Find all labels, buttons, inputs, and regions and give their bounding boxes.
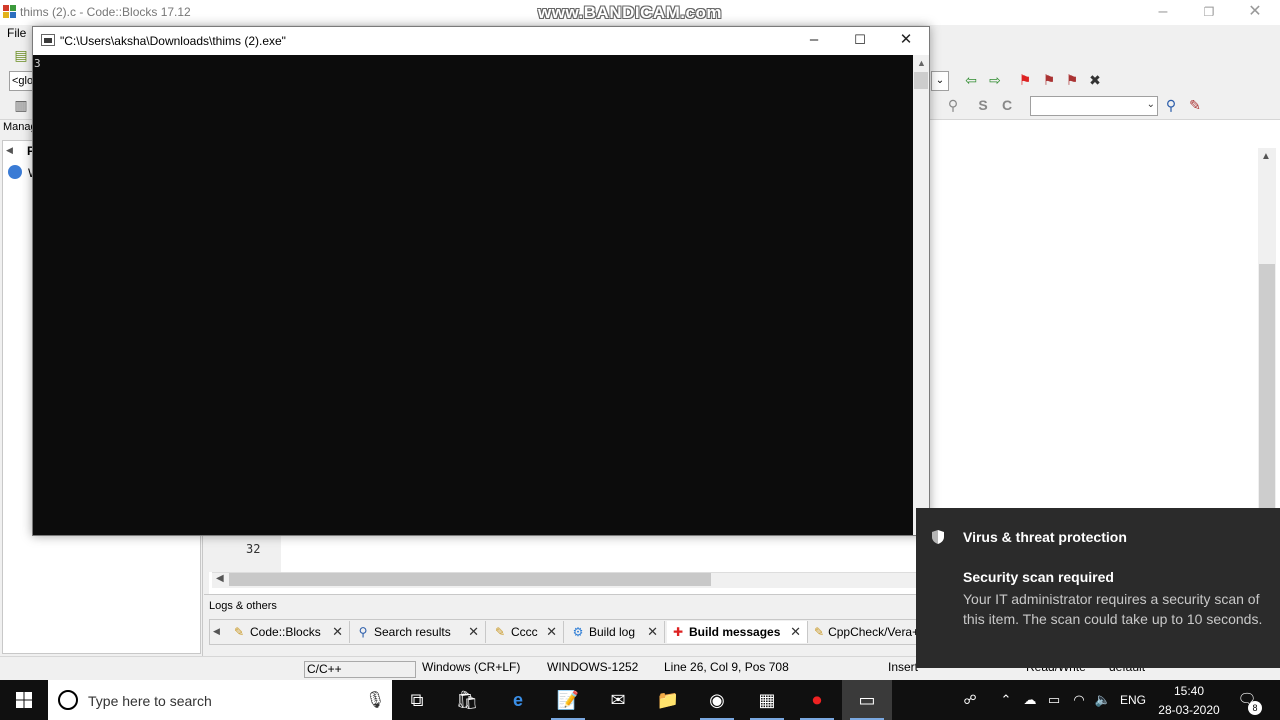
magnifier-icon: ⚲ <box>358 625 368 639</box>
close-button[interactable]: ✕ <box>1232 0 1278 25</box>
log-tab-label: Cccc <box>511 625 538 639</box>
function-combo-arrow[interactable]: ⌄ <box>931 71 949 91</box>
taskbar-search-placeholder: Type here to search <box>88 693 212 709</box>
minimize-button[interactable]: – <box>1140 0 1186 25</box>
microphone-icon[interactable]: 🎙 <box>365 690 385 710</box>
status-line-endings: Windows (CR+LF) <box>422 660 521 674</box>
console-window-title: "C:\Users\aksha\Downloads\thims (2).exe" <box>60 34 286 48</box>
bandicam-watermark: www.BANDICAM.com <box>538 3 722 22</box>
close-tab-icon[interactable]: ✕ <box>332 624 343 640</box>
wifi-icon[interactable]: ◠ <box>1068 680 1090 720</box>
prev-bookmark-icon[interactable]: ⚑ <box>1040 71 1058 89</box>
file-explorer-icon[interactable]: 📁 <box>643 680 693 720</box>
notification-title: Virus & threat protection <box>963 529 1127 545</box>
horizontal-scrollbar-thumb[interactable] <box>229 573 711 586</box>
notification-body: Your IT administrator requires a securit… <box>963 591 1263 627</box>
console-task-icon[interactable]: ▭ <box>842 680 892 720</box>
line-number-gutter <box>209 536 281 572</box>
back-arrow-icon[interactable]: ⇦ <box>962 71 980 89</box>
menu-file[interactable]: File <box>7 26 26 40</box>
store-icon[interactable]: 🛍 <box>442 680 492 720</box>
print-icon[interactable]: ▥ <box>12 96 30 114</box>
scroll-up-icon[interactable]: ▲ <box>1261 151 1271 162</box>
chevron-down-icon: ⌄ <box>1146 99 1155 110</box>
volume-icon[interactable]: 🔈 <box>1092 680 1114 720</box>
workspace-icon <box>8 165 22 179</box>
codeblocks-window-title: thims (2).c - Code::Blocks 17.12 <box>20 5 191 19</box>
search-combo[interactable]: ⌄ <box>1030 96 1158 116</box>
forward-arrow-icon[interactable]: ⇨ <box>986 71 1004 89</box>
onedrive-icon[interactable]: ☁ <box>1019 680 1041 720</box>
clock-time[interactable]: 15:40 <box>1160 684 1218 698</box>
chevron-up-icon[interactable]: ⌃ <box>996 680 1016 720</box>
console-app-icon <box>41 34 55 46</box>
notification-count-badge: 8 <box>1248 701 1262 715</box>
console-maximize-button[interactable]: ☐ <box>837 26 883 54</box>
edge-icon[interactable]: e <box>493 680 543 720</box>
input-language[interactable]: ENG <box>1118 680 1148 720</box>
status-mode: Insert <box>888 660 919 674</box>
console-minimize-button[interactable]: – <box>791 26 837 54</box>
tabs-scroll-left-icon[interactable]: ◀ <box>213 626 220 637</box>
close-tab-icon[interactable]: ✕ <box>546 624 557 640</box>
cortana-icon <box>58 690 78 710</box>
console-scrollbar-thumb[interactable] <box>914 72 928 89</box>
close-tab-icon[interactable]: ✕ <box>647 624 658 640</box>
log-tab-label: Build log <box>589 625 636 639</box>
task-view-icon[interactable]: ⧉ <box>392 680 442 720</box>
scroll-left-icon[interactable]: ◀ <box>216 573 224 584</box>
console-vertical-scrollbar[interactable] <box>913 55 929 535</box>
log-tab-label: Code::Blocks <box>250 625 321 639</box>
console-close-button[interactable]: ✕ <box>883 26 929 54</box>
vertical-scrollbar-thumb[interactable] <box>1259 264 1275 508</box>
tab-scroll-left-icon[interactable]: ◀ <box>6 145 13 156</box>
log-tab-label: Build messages <box>689 625 781 639</box>
notepad-icon[interactable]: 📝 <box>543 680 593 720</box>
codeblocks-app-icon <box>3 5 16 18</box>
log-tab-build-messages[interactable]: ✚ Build messages ✕ <box>667 621 808 643</box>
bandicam-record-icon[interactable]: ⏺ <box>792 680 842 720</box>
bookmark-flag-icon[interactable]: ⚑ <box>1016 71 1034 89</box>
windows-start-icon[interactable] <box>16 692 32 708</box>
chrome-icon[interactable]: ◉ <box>692 680 742 720</box>
status-encoding: WINDOWS-1252 <box>547 660 639 674</box>
logs-label: Logs & others <box>209 600 277 612</box>
gear-icon: ⚙ <box>572 625 584 639</box>
log-tab-search-results[interactable]: ⚲ Search results ✕ <box>352 621 486 643</box>
log-tab-codeblocks[interactable]: ✎ Code::Blocks ✕ <box>228 621 350 643</box>
mail-icon[interactable]: ✉ <box>593 680 643 720</box>
restore-button[interactable]: ❐ <box>1186 0 1232 25</box>
log-tab-cppcheck[interactable]: ✎CppCheck/Vera++ <box>810 621 916 643</box>
console-scroll-up-icon[interactable]: ▲ <box>917 58 926 68</box>
s-icon[interactable]: S <box>974 96 992 114</box>
battery-icon[interactable]: ▭ <box>1043 680 1065 720</box>
search-icon[interactable]: ⚲ <box>1162 96 1180 114</box>
new-file-icon[interactable]: ▤ <box>12 46 30 64</box>
next-bookmark-icon[interactable]: ⚑ <box>1063 71 1081 89</box>
status-position: Line 26, Col 9, Pos 708 <box>664 660 789 674</box>
console-body[interactable] <box>33 55 913 535</box>
shield-icon <box>932 530 944 544</box>
log-tab-label: CppCheck/Vera++ <box>828 625 916 639</box>
pin-icon: ✚ <box>672 625 684 639</box>
settings-wrench-icon[interactable]: ✎ <box>1186 96 1204 114</box>
close-tab-icon[interactable]: ✕ <box>468 624 479 640</box>
notification-heading: Security scan required <box>963 569 1114 585</box>
clock-date[interactable]: 28-03-2020 <box>1155 703 1223 717</box>
pencil-doc-icon: ✎ <box>494 625 506 639</box>
clear-bookmarks-icon[interactable]: ✖ <box>1086 71 1104 89</box>
log-tab-label: Search results <box>374 625 451 639</box>
zoom-out-icon[interactable]: ⚲ <box>944 96 962 114</box>
log-tab-build-log[interactable]: ⚙ Build log ✕ <box>567 621 665 643</box>
codeblocks-task-icon[interactable]: ▦ <box>742 680 792 720</box>
pencil-doc-icon: ✎ <box>233 625 245 639</box>
console-output: 3 <box>34 57 41 70</box>
close-tab-icon[interactable]: ✕ <box>790 624 801 640</box>
status-language: C/C++ <box>304 661 416 678</box>
c-icon[interactable]: C <box>998 96 1016 114</box>
pencil-doc-icon: ✎ <box>814 625 825 639</box>
people-icon[interactable]: ☍ <box>958 680 982 720</box>
log-tab-cccc[interactable]: ✎ Cccc ✕ <box>489 621 564 643</box>
line-number: 32 <box>246 542 261 556</box>
